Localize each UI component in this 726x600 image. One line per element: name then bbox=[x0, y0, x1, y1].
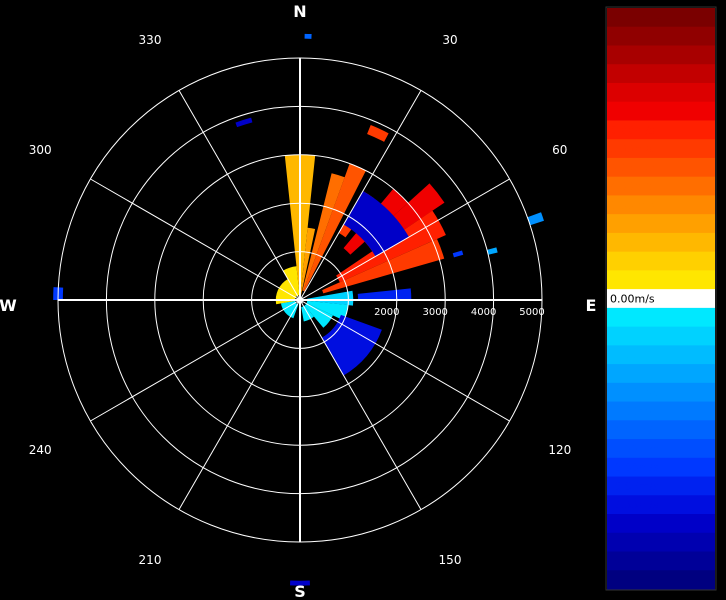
velocity-sector bbox=[235, 117, 253, 128]
legend-label: -4.00m/s bbox=[610, 405, 659, 418]
radar-plot: ✕ N S W E 30 60 120 150 210 240 300 330 2000 3000… bbox=[0, 2, 597, 600]
legend-entries: 10.00m/s 9.33m/s 8.67m/s 8.00m/s 7.33m/s 6.67… bbox=[607, 8, 715, 590]
legend-label: -3.33m/s bbox=[610, 386, 659, 399]
velocity-sector bbox=[321, 314, 382, 376]
legend-label: 0.67m/s bbox=[610, 274, 655, 287]
azimuth-tick-label: 120 bbox=[548, 443, 571, 457]
velocity-sector bbox=[357, 288, 412, 300]
range-tick-label: 5000 bbox=[519, 307, 544, 318]
velocity-sector bbox=[452, 250, 464, 258]
legend-label: 1.33m/s bbox=[610, 255, 655, 268]
azimuth-tick-label: 300 bbox=[29, 143, 52, 157]
azimuth-tick-label: 60 bbox=[552, 143, 567, 157]
legend-label: -5.33m/s bbox=[610, 442, 659, 455]
legend-label: -2.00m/s bbox=[610, 349, 659, 362]
radar-center-marker: ✕ bbox=[296, 296, 304, 307]
azimuth-tick-label: 150 bbox=[439, 553, 462, 567]
range-tick-label: 4000 bbox=[471, 307, 496, 318]
legend-label: 5.33m/s bbox=[610, 143, 655, 156]
legend-label: 6.00m/s bbox=[610, 124, 655, 137]
legend-label: -0.67m/s bbox=[610, 311, 659, 324]
legend-label: 4.00m/s bbox=[610, 180, 655, 193]
legend-label: -10.00m/s bbox=[610, 574, 666, 587]
legend-label: -8.67m/s bbox=[610, 536, 659, 549]
velocity-legend: 10.00m/s 9.33m/s 8.67m/s 8.00m/s 7.33m/s 6.67… bbox=[605, 6, 717, 591]
velocity-sector bbox=[367, 124, 389, 142]
range-tick-label: 3000 bbox=[422, 307, 447, 318]
east-label: E bbox=[586, 296, 597, 315]
south-label: S bbox=[294, 582, 306, 600]
velocity-sector bbox=[487, 247, 498, 255]
legend-label: 8.00m/s bbox=[610, 68, 655, 81]
legend-label: 6.67m/s bbox=[610, 105, 655, 118]
legend-label: 8.67m/s bbox=[610, 49, 655, 62]
legend-label: 3.33m/s bbox=[610, 199, 655, 212]
legend-label: -4.67m/s bbox=[610, 424, 659, 437]
azimuth-tick-label: 210 bbox=[139, 553, 162, 567]
legend-label: 10.00m/s bbox=[610, 11, 662, 24]
polar-grid: ✕ bbox=[57, 57, 543, 543]
range-tick-label: 2000 bbox=[374, 307, 399, 318]
legend-label: -2.67m/s bbox=[610, 367, 659, 380]
azimuth-tick-label: 330 bbox=[139, 33, 162, 47]
legend-label: -6.67m/s bbox=[610, 480, 659, 493]
legend-label: -1.33m/s bbox=[610, 330, 659, 343]
legend-label: 2.67m/s bbox=[610, 218, 655, 231]
legend-label: -7.33m/s bbox=[610, 499, 659, 512]
north-label: N bbox=[293, 2, 306, 21]
azimuth-tick-label: 240 bbox=[29, 443, 52, 457]
legend-label: -6.00m/s bbox=[610, 461, 659, 474]
legend-label: 2.00m/s bbox=[610, 236, 655, 249]
legend-label: 4.67m/s bbox=[610, 161, 655, 174]
legend-label: 7.33m/s bbox=[610, 86, 655, 99]
legend-label: -8.00m/s bbox=[610, 517, 659, 530]
legend-label: 0.00m/s bbox=[610, 293, 655, 306]
legend-label: -9.33m/s bbox=[610, 555, 659, 568]
azimuth-tick-label: 30 bbox=[442, 33, 457, 47]
west-label: W bbox=[0, 296, 17, 315]
legend-label: 9.33m/s bbox=[610, 30, 655, 43]
velocity-sector bbox=[304, 33, 312, 39]
